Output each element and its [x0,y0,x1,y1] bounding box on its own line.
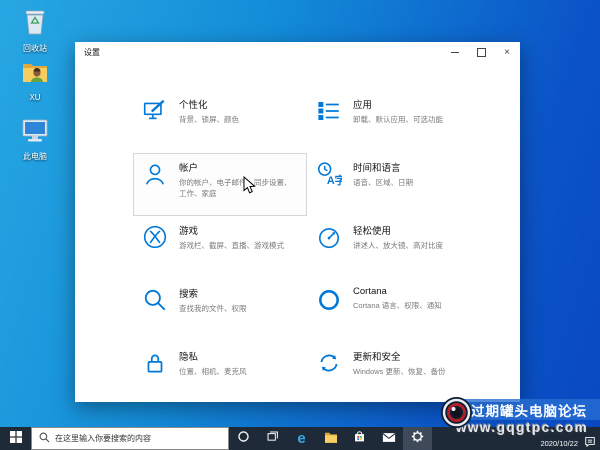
cortana-button[interactable] [229,427,258,450]
minimize-button[interactable] [442,42,468,62]
maximize-icon [476,47,486,57]
watermark-url: www.gqgtpc.com [456,420,589,435]
tile-title: 游戏 [179,226,199,237]
task-view-icon [266,430,279,448]
settings-tile-update-security[interactable]: 更新和安全 Windows 更新、恢复、备份 [307,342,481,402]
mouse-cursor [243,176,256,194]
monitor-pen-icon [142,98,168,124]
tile-subtitle: Windows 更新、恢复、备份 [353,367,446,376]
list-icon [316,98,342,124]
tile-title: Cortana [353,286,387,297]
edge-button[interactable]: e [287,427,316,450]
tile-subtitle: 语音、区域、日期 [353,178,413,187]
settings-window: 设置 × 个性化 背景、锁屏、颜色 应用 卸载、默认应用、可选功能 帐户 你的帐… [75,42,520,402]
desktop-icon-recycle-bin[interactable]: 回收站 [8,6,62,54]
refresh-arrows-icon [316,350,342,376]
windows-logo-icon [9,430,22,448]
user-folder-icon [21,60,49,91]
search-placeholder: 在这里输入你要搜索的内容 [55,434,151,443]
tile-subtitle: 讲述人、放大镜、高对比度 [353,241,443,250]
window-titlebar: 设置 × [75,42,520,62]
tile-subtitle: 卸载、默认应用、可选功能 [353,115,443,124]
lock-icon [142,350,168,376]
person-icon [142,161,168,187]
tile-title: 时间和语言 [353,163,401,174]
cortana-ring-icon [237,430,250,448]
tile-title: 隐私 [179,352,199,363]
xbox-icon [142,224,168,250]
tile-subtitle: 查找我的文件、权限 [179,304,247,313]
window-title: 设置 [84,47,100,57]
close-button[interactable]: × [494,42,520,62]
store-button[interactable] [345,427,374,450]
magnifier-icon [142,287,168,313]
tile-subtitle: 背景、锁屏、颜色 [179,115,239,124]
start-button[interactable] [0,427,31,450]
settings-tile-cortana[interactable]: Cortana Cortana 语言、权限、通知 [307,279,481,342]
mail-button[interactable] [374,427,403,450]
settings-tile-ease-of-access[interactable]: 轻松使用 讲述人、放大镜、高对比度 [307,216,481,279]
settings-tile-grid: 个性化 背景、锁屏、颜色 应用 卸载、默认应用、可选功能 帐户 你的帐户、电子邮… [133,90,481,402]
icon-text: A字 [327,173,342,187]
edge-icon: e [297,430,306,447]
settings-tile-time-language[interactable]: A字 时间和语言 语音、区域、日期 [307,153,481,216]
desktop-icon-label: XU [29,93,41,102]
tile-subtitle: 位置、相机、麦克风 [179,367,247,376]
clock-language-icon: A字 [316,161,346,187]
action-center-icon[interactable] [584,435,596,448]
watermark-logo-icon [440,396,473,429]
folder-icon [324,430,338,448]
clock-date[interactable]: 2020/10/22 [540,439,578,448]
desktop-icon-label: 此电脑 [23,152,47,161]
minimize-icon [451,51,459,53]
task-view-button[interactable] [258,427,287,450]
dial-arrow-icon [316,224,342,250]
settings-taskbar-button[interactable] [403,427,432,450]
tile-title: 应用 [353,100,373,111]
tile-title: 帐户 [179,163,199,174]
tile-subtitle: 游戏栏、截屏、直播、游戏模式 [179,241,284,250]
tile-title: 个性化 [179,100,208,111]
circle-ring-icon [316,287,342,313]
settings-tile-apps[interactable]: 应用 卸载、默认应用、可选功能 [307,90,481,153]
tile-title: 轻松使用 [353,226,392,237]
desktop-icon-label: 回收站 [23,44,47,53]
shopping-bag-icon [353,430,366,448]
taskbar-search-input[interactable]: 在这里输入你要搜索的内容 [31,427,229,450]
recycle-bin-icon [22,6,48,41]
settings-tile-gaming[interactable]: 游戏 游戏栏、截屏、直播、游戏模式 [133,216,307,279]
maximize-button[interactable] [468,42,494,62]
settings-tile-privacy[interactable]: 隐私 位置、相机、麦克风 [133,342,307,402]
settings-tile-search[interactable]: 搜索 查找我的文件、权限 [133,279,307,342]
settings-tile-accounts[interactable]: 帐户 你的帐户、电子邮件、同步设置、工作、家庭 [133,153,307,216]
settings-tile-personalization[interactable]: 个性化 背景、锁屏、颜色 [133,90,307,153]
desktop: 回收站 XU 此电脑 设置 × 个性化 背景、锁屏、颜色 应用 卸载、默认应用、… [0,0,600,450]
tile-subtitle: Cortana 语言、权限、通知 [353,301,442,310]
tile-subtitle: 你的帐户、电子邮件、同步设置、工作、家庭 [179,178,292,199]
search-icon [39,432,50,445]
computer-monitor-icon [21,118,49,149]
tile-title: 更新和安全 [353,352,401,363]
desktop-icon-this-pc[interactable]: 此电脑 [8,118,62,162]
watermark-title: 过期罐头电脑论坛 [457,399,600,420]
file-explorer-button[interactable] [316,427,345,450]
desktop-icon-user-folder[interactable]: XU [8,60,62,102]
gear-icon [411,430,424,448]
tile-title: 搜索 [179,289,199,300]
envelope-icon [382,430,396,448]
